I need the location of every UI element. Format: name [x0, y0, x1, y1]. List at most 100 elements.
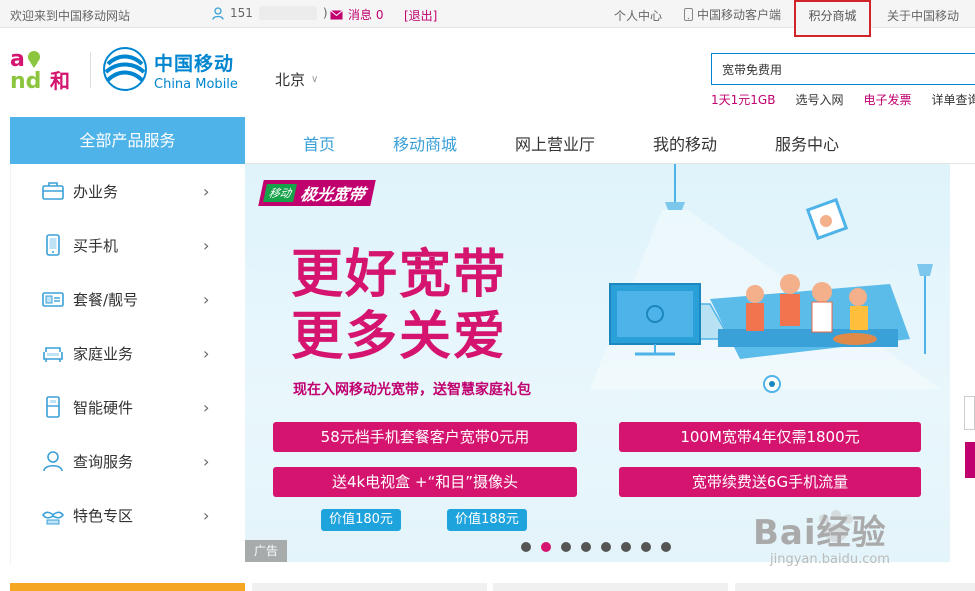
points-mall-label: 积分商城: [808, 9, 857, 23]
family-broadband-illustration: [590, 164, 940, 393]
carousel-dots: [521, 542, 671, 552]
carousel-dot-active[interactable]: [541, 542, 551, 552]
client-label: 中国移动客户端: [697, 8, 782, 22]
login-button-edge[interactable]: [965, 442, 975, 478]
logo-divider: [90, 52, 91, 88]
menu-item-special[interactable]: 特色专区 ›: [11, 488, 246, 542]
headline-line-1: 更好宽带: [291, 245, 508, 305]
search-hotwords: 1天1元1GB 选号入网 电子发票 详单查询: [711, 91, 975, 108]
ribbon-tag: 移动: [263, 184, 297, 202]
carousel-dot[interactable]: [621, 542, 631, 552]
offer-pill[interactable]: 100M宽带4年仅需1800元: [619, 422, 921, 452]
banner-ribbon: 移动 极光宽带: [258, 180, 376, 206]
category-menu: 办业务 › 买手机 › 套餐/靓号 › 家庭业务 › 智能硬件 › 查询服务 ›…: [10, 164, 245, 564]
brand-name-en: China Mobile: [154, 77, 238, 92]
chevron-right-icon: ›: [203, 181, 210, 201]
points-mall-link[interactable]: 积分商城: [794, 0, 871, 37]
nav-tab-home[interactable]: 首页: [303, 131, 335, 155]
user-number-suffix: ): [322, 6, 328, 20]
nav-tab-online-hall[interactable]: 网上营业厅: [515, 131, 595, 155]
briefcase-icon: [42, 182, 64, 200]
menu-item-label: 家庭业务: [73, 344, 134, 363]
menu-item-query[interactable]: 查询服务 ›: [11, 434, 246, 488]
carousel-dot[interactable]: [521, 542, 531, 552]
offer-pill[interactable]: 58元档手机套餐客户宽带0元用: [273, 422, 577, 452]
promo-banner[interactable]: 移动 极光宽带 更好宽带 更多关爱 现在入网移动光宽带，送智慧家庭礼包 58元档…: [245, 164, 950, 562]
about-link[interactable]: 关于中国移动: [887, 7, 959, 24]
menu-item-label: 套餐/靓号: [73, 290, 139, 309]
carousel-dot[interactable]: [661, 542, 671, 552]
user-number-masked: [258, 6, 317, 20]
chevron-right-icon: ›: [203, 505, 210, 525]
client-download-link[interactable]: 中国移动客户端: [684, 6, 781, 23]
hotword-link[interactable]: 电子发票: [863, 91, 911, 108]
messages-label: 消息 0: [348, 8, 384, 22]
carousel-dot[interactable]: [581, 542, 591, 552]
user-icon: [212, 6, 224, 20]
nav-tab-my-mobile[interactable]: 我的移动: [653, 131, 717, 155]
offer-pill[interactable]: 宽带续费送6G手机流量: [619, 467, 921, 497]
city-selector[interactable]: 北京 ∨: [275, 69, 318, 90]
watermark-text: Bai经验: [753, 513, 887, 553]
carousel-dot[interactable]: [601, 542, 611, 552]
welcome-text: 欢迎来到中国移动网站: [10, 9, 131, 23]
hotword-link[interactable]: 选号入网: [795, 91, 843, 108]
price-tag: 价值188元: [447, 509, 527, 531]
ad-label: 广告: [245, 540, 287, 562]
city-label: 北京: [275, 71, 306, 89]
and-he-logo[interactable]: a nd 和: [10, 44, 80, 94]
carousel-dot[interactable]: [641, 542, 651, 552]
personal-center-link[interactable]: 个人中心: [614, 7, 662, 24]
bottom-cards-row: [0, 583, 975, 591]
nav-tab-service[interactable]: 服务中心: [775, 131, 839, 155]
china-mobile-emblem-icon: [103, 47, 147, 91]
menu-item-home[interactable]: 家庭业务 ›: [11, 326, 246, 380]
menu-item-hardware[interactable]: 智能硬件 ›: [11, 380, 246, 434]
china-mobile-wordmark: 中国移动 China Mobile: [154, 49, 238, 92]
banner-headline: 更好宽带 更多关爱: [291, 244, 507, 368]
banner-subline: 现在入网移动光宽带，送智慧家庭礼包: [293, 382, 531, 398]
watermark-url: jingyan.baidu.com: [770, 552, 890, 567]
messages-link[interactable]: 消息 0: [330, 6, 383, 23]
menu-item-label: 智能硬件: [73, 398, 134, 417]
search-box[interactable]: [711, 53, 975, 85]
user-number-prefix: 151: [230, 6, 253, 20]
bottom-card[interactable]: [493, 583, 728, 591]
menu-item-label: 办业务: [73, 182, 119, 201]
svg-text:nd: nd: [10, 69, 41, 92]
smart-device-icon: [46, 396, 60, 418]
search-input[interactable]: [712, 54, 975, 84]
hotword-link[interactable]: 详单查询: [931, 91, 975, 108]
bottom-card[interactable]: [735, 583, 975, 591]
mustache-icon: [41, 511, 65, 525]
chevron-down-icon: ∨: [311, 74, 319, 85]
nav-tab-mall[interactable]: 移动商城: [393, 131, 457, 155]
sofa-icon: [43, 347, 63, 362]
sim-card-icon: [42, 292, 64, 307]
svg-text:和: 和: [50, 69, 70, 92]
offer-pill[interactable]: 送4k电视盒 +“和目”摄像头: [273, 467, 577, 497]
user-account[interactable]: 151 ): [212, 6, 328, 20]
brand-name-cn: 中国移动: [154, 53, 235, 75]
phone-icon: [46, 234, 60, 256]
headline-line-2: 更多关爱: [291, 307, 508, 367]
chevron-right-icon: ›: [203, 397, 210, 417]
chevron-right-icon: ›: [203, 289, 210, 309]
all-products-button[interactable]: 全部产品服务: [10, 117, 245, 164]
and-he-logo-graphic: a nd 和: [10, 47, 70, 94]
login-input-edge[interactable]: [964, 396, 975, 430]
menu-item-label: 查询服务: [73, 452, 134, 471]
logout-link[interactable]: [退出]: [404, 7, 437, 24]
envelope-icon: [330, 9, 343, 19]
login-panel-edge: [950, 164, 975, 562]
carousel-dot[interactable]: [561, 542, 571, 552]
menu-item-plans[interactable]: 套餐/靓号 ›: [11, 272, 246, 326]
bottom-card[interactable]: [10, 583, 245, 591]
price-tag: 价值180元: [321, 509, 401, 531]
ribbon-title: 极光宽带: [298, 185, 367, 204]
top-bar: 欢迎来到中国移动网站 151 ) 消息 0 [退出] 个人中心 中国移动客户端 …: [0, 0, 975, 37]
menu-item-business[interactable]: 办业务 ›: [11, 164, 246, 218]
hotword-link[interactable]: 1天1元1GB: [711, 91, 775, 108]
menu-item-phones[interactable]: 买手机 ›: [11, 218, 246, 272]
bottom-card[interactable]: [252, 583, 487, 591]
